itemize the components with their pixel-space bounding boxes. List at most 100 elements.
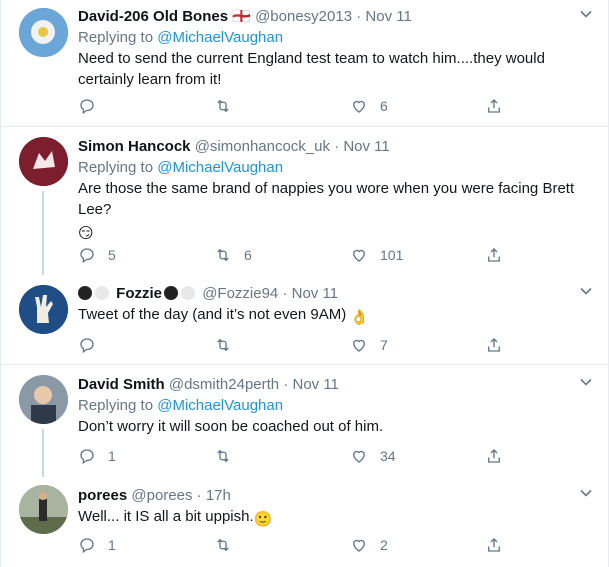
share-icon: [488, 99, 500, 113]
separator: ·: [282, 285, 288, 302]
timestamp[interactable]: 17h: [206, 487, 231, 504]
like-button[interactable]: 6: [350, 95, 388, 117]
avatar[interactable]: [19, 137, 68, 186]
chevron-down-icon[interactable]: [578, 485, 594, 501]
tweet-thread: David-206 Old Bones 🏴󠁧󠁢󠁥󠁮󠁧󠁿 @bonesy2013 …: [0, 0, 609, 567]
black-circle-emoji: [78, 286, 92, 300]
tweet-text-line: Well... it IS all a bit uppish.: [78, 508, 254, 525]
like-icon: [353, 450, 365, 463]
reply-button[interactable]: [78, 334, 108, 356]
separator: ·: [334, 138, 340, 155]
handle[interactable]: @dsmith24perth: [169, 376, 279, 393]
display-name[interactable]: David Smith: [78, 376, 165, 393]
reply-icon: [80, 538, 94, 554]
thread-line: [42, 191, 44, 275]
ok-hand-emoji: 👌: [350, 309, 370, 326]
retweet-button[interactable]: [214, 95, 244, 117]
replying-label: Replying to: [78, 159, 154, 176]
handle[interactable]: @simonhancock_uk: [195, 138, 330, 155]
retweet-icon: [217, 538, 229, 552]
chevron-down-icon[interactable]: [578, 6, 594, 22]
reply-button[interactable]: [78, 95, 108, 117]
tweet-text: Don’t worry it will soon be coached out …: [78, 416, 594, 437]
white-circle-emoji: [95, 286, 109, 300]
timestamp[interactable]: Nov 11: [292, 285, 338, 302]
retweet-button[interactable]: [214, 334, 244, 356]
display-name[interactable]: David-206 Old Bones: [78, 8, 228, 25]
tweet-text-line: Need to send the current England test te…: [78, 50, 545, 67]
avatar[interactable]: [19, 285, 68, 334]
black-circle-emoji: [164, 286, 179, 300]
tweet[interactable]: David-206 Old Bones 🏴󠁧󠁢󠁥󠁮󠁧󠁿 @bonesy2013 …: [1, 0, 608, 127]
retweet-button[interactable]: [214, 534, 244, 556]
like-count: 101: [380, 247, 404, 263]
display-name[interactable]: Fozzie: [116, 285, 162, 302]
timestamp[interactable]: Nov 11: [365, 8, 411, 25]
like-button[interactable]: 2: [350, 534, 388, 556]
thread-line: [42, 429, 44, 477]
chevron-down-icon[interactable]: [578, 283, 594, 299]
timestamp[interactable]: Nov 11: [343, 138, 389, 155]
handle[interactable]: @porees: [131, 487, 192, 504]
retweet-icon: [217, 248, 229, 262]
tweet-text-line: Don’t worry it will soon be coached out …: [78, 418, 384, 435]
share-button[interactable]: [485, 244, 503, 266]
avatar[interactable]: [19, 485, 68, 534]
flag-emoji: 🏴󠁧󠁢󠁥󠁮󠁧󠁿: [232, 8, 251, 25]
replying-to: Replying to @MichaelVaughan: [78, 395, 594, 416]
share-icon: [488, 538, 500, 552]
reply-button[interactable]: 1: [78, 534, 116, 556]
tweet-text: Need to send the current England test te…: [78, 48, 594, 90]
avatar[interactable]: [19, 8, 68, 57]
tweet[interactable]: Fozzie @Fozzie94 · Nov 11 Tweet of the d…: [1, 277, 608, 365]
tweet[interactable]: porees @porees · 17h Well... it IS all a…: [1, 479, 608, 567]
share-button[interactable]: [485, 95, 503, 117]
replying-to: Replying to @MichaelVaughan: [78, 27, 594, 48]
like-button[interactable]: 7: [350, 334, 388, 356]
separator: ·: [196, 487, 202, 504]
share-button[interactable]: [485, 445, 503, 467]
share-button[interactable]: [485, 534, 503, 556]
retweet-icon: [217, 99, 229, 113]
like-icon: [353, 100, 365, 113]
mention-link[interactable]: @MichaelVaughan: [157, 29, 283, 46]
reply-button[interactable]: 5: [78, 244, 116, 266]
smile-emoji: 🙂: [253, 511, 273, 528]
retweet-button[interactable]: 6: [214, 244, 252, 266]
display-name[interactable]: porees: [78, 487, 127, 504]
tweet[interactable]: Simon Hancock @simonhancock_uk · Nov 11 …: [1, 127, 608, 277]
retweet-count: 6: [244, 247, 252, 263]
tweet[interactable]: David Smith @dsmith24perth · Nov 11 Repl…: [1, 365, 608, 479]
reply-icon: [80, 338, 94, 354]
mention-link[interactable]: @MichaelVaughan: [157, 159, 283, 176]
handle[interactable]: @bonesy2013: [255, 8, 352, 25]
timestamp[interactable]: Nov 11: [292, 376, 338, 393]
chevron-down-icon[interactable]: [578, 374, 594, 390]
retweet-button[interactable]: [214, 445, 244, 467]
tweet-text: Are those the same brand of nappies you …: [78, 178, 594, 244]
like-icon: [353, 539, 365, 552]
retweet-icon: [217, 449, 229, 463]
reply-count: 1: [108, 448, 116, 464]
replying-label: Replying to: [78, 397, 154, 414]
mention-link[interactable]: @MichaelVaughan: [157, 397, 283, 414]
display-name[interactable]: Simon Hancock: [78, 138, 191, 155]
reply-icon: [80, 99, 94, 115]
handle[interactable]: @Fozzie94: [202, 285, 278, 302]
share-icon: [488, 248, 500, 262]
separator: ·: [356, 8, 362, 25]
reply-button[interactable]: 1: [78, 445, 116, 467]
avatar[interactable]: [19, 375, 68, 424]
tweet-text-line: Tweet of the day (and it’s not even 9AM): [78, 306, 347, 323]
like-button[interactable]: 101: [350, 244, 403, 266]
share-button[interactable]: [485, 334, 503, 356]
reply-icon: [80, 449, 94, 465]
replying-to: Replying to @MichaelVaughan: [78, 157, 594, 178]
like-count: 2: [380, 537, 388, 553]
like-count: 34: [380, 448, 396, 464]
tweet-text: Tweet of the day (and it’s not even 9AM)…: [78, 304, 594, 328]
like-button[interactable]: 34: [350, 445, 396, 467]
replying-label: Replying to: [78, 29, 154, 46]
like-icon: [353, 339, 365, 352]
separator: ·: [283, 376, 289, 393]
